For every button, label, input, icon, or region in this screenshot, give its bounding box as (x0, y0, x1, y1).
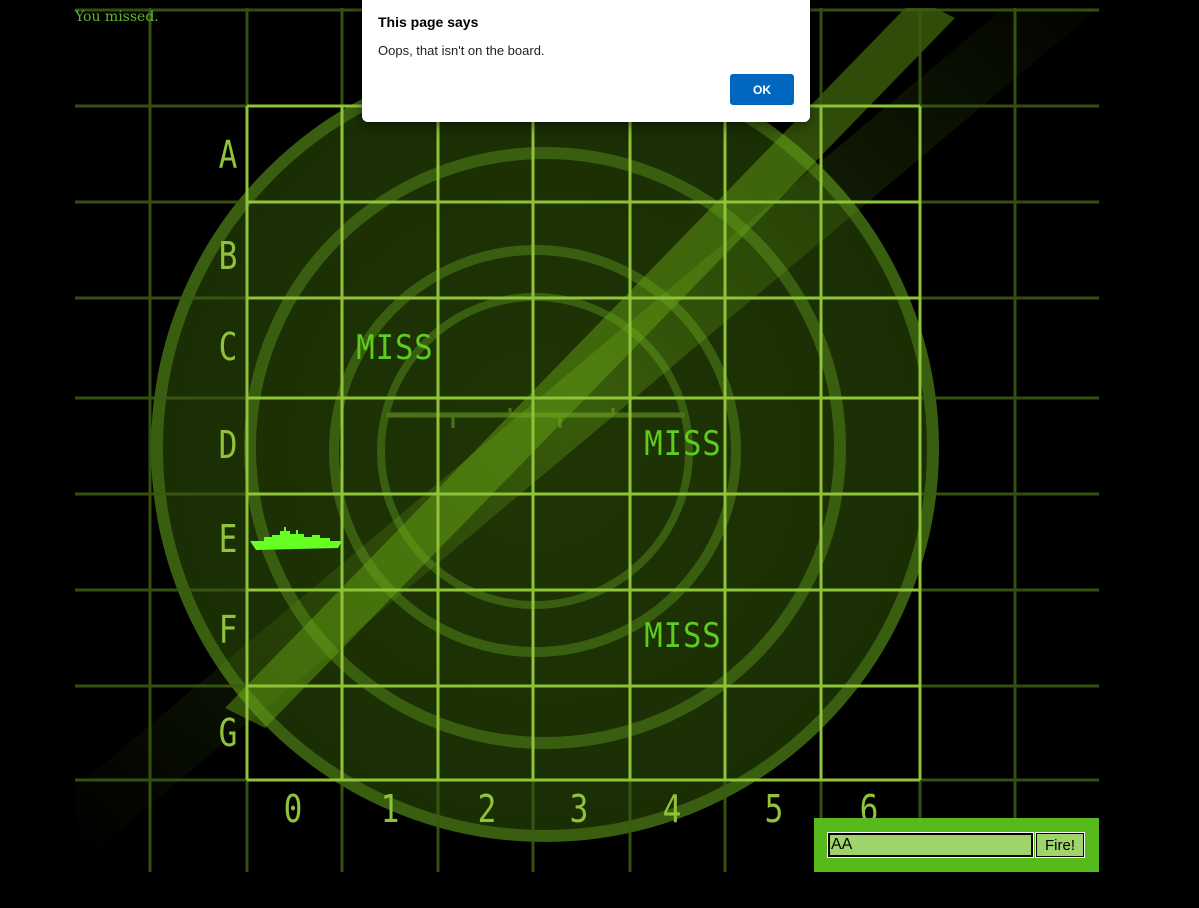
col-label-5: 5 (764, 787, 784, 831)
guess-input[interactable] (827, 832, 1034, 858)
col-label-0: 0 (283, 787, 303, 831)
game-stage: You missed. A B C D E F G 0 1 2 3 4 5 6 … (0, 0, 1199, 908)
alert-message: Oops, that isn't on the board. (378, 43, 545, 58)
fire-form: Fire! (814, 818, 1099, 872)
miss-marker-c1: MISS (356, 328, 434, 368)
ship-icon (250, 527, 342, 550)
row-label-a: A (218, 133, 238, 177)
row-label-e: E (218, 517, 238, 561)
col-label-1: 1 (380, 787, 400, 831)
alert-dialog: This page says Oops, that isn't on the b… (362, 0, 810, 122)
fire-button[interactable]: Fire! (1035, 832, 1085, 858)
alert-title: This page says (378, 14, 479, 30)
row-label-g: G (218, 711, 238, 755)
row-label-c: C (218, 325, 238, 369)
col-label-4: 4 (662, 787, 682, 831)
row-label-b: B (218, 234, 238, 278)
alert-ok-button[interactable]: OK (730, 74, 794, 105)
row-label-f: F (218, 608, 238, 652)
col-label-3: 3 (569, 787, 589, 831)
col-label-2: 2 (477, 787, 497, 831)
message-area: You missed. (75, 9, 159, 25)
row-label-d: D (218, 423, 238, 467)
miss-marker-d4: MISS (644, 424, 722, 464)
miss-marker-f4: MISS (644, 616, 722, 656)
